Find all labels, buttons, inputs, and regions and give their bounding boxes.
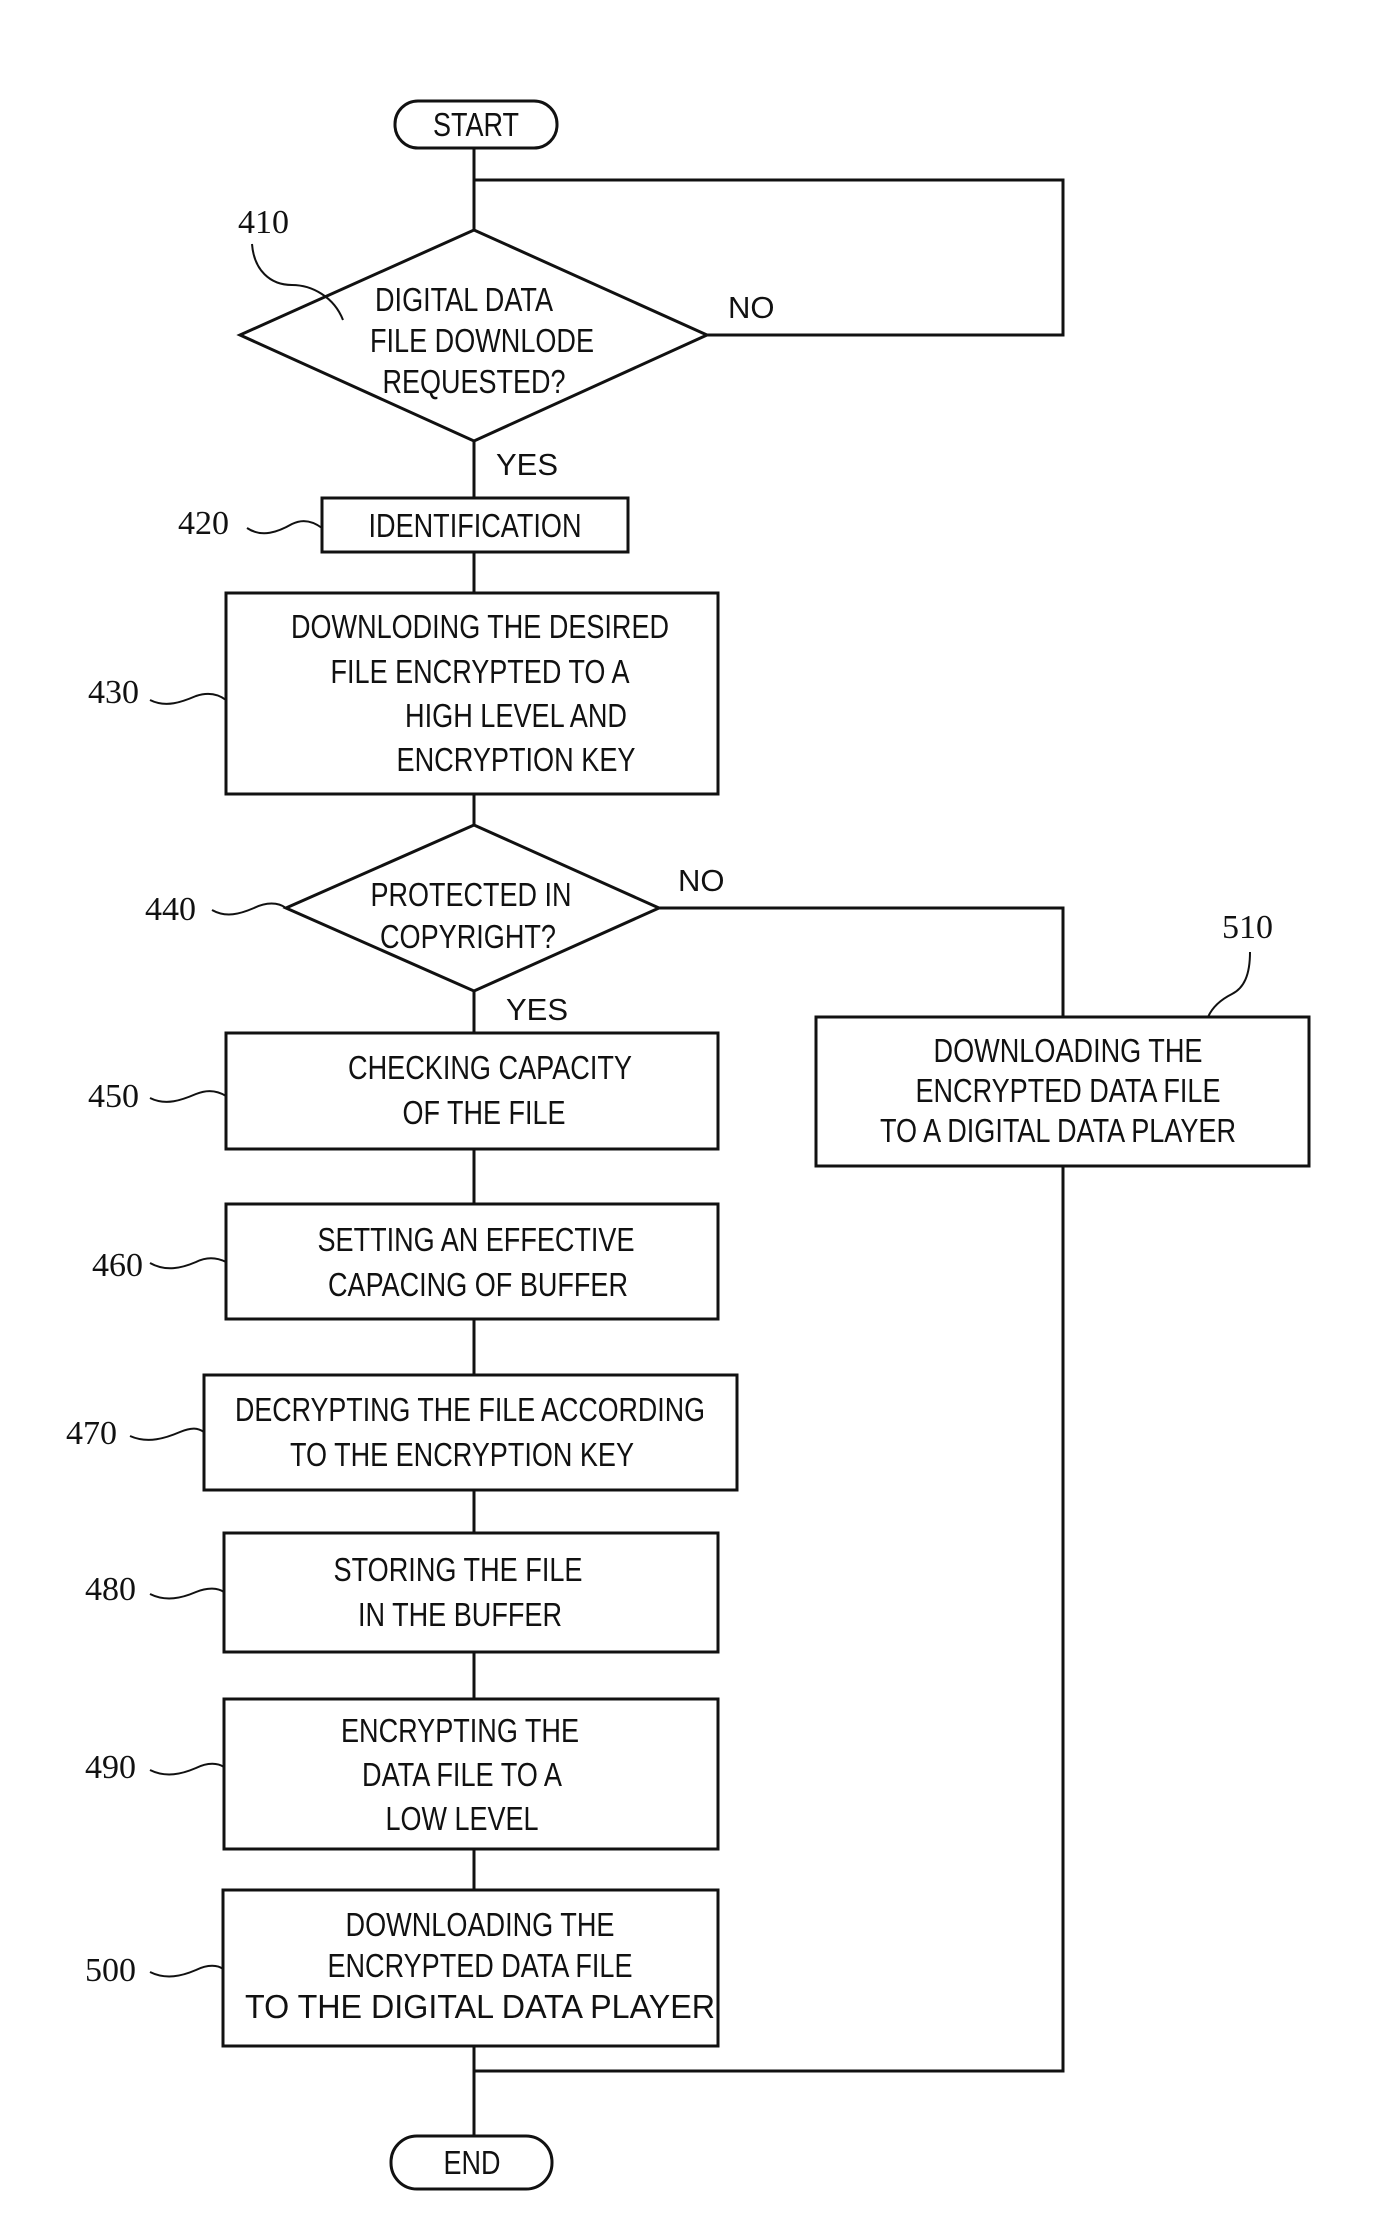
process-480: STORING THE FILE IN THE BUFFER 480 (85, 1531, 720, 1654)
decision-410-line-1: DIGITAL DATA (375, 281, 553, 318)
leader-470 (129, 1427, 205, 1441)
leader-480 (149, 1587, 225, 1600)
process-460-line-1: SETTING AN EFFECTIVE (318, 1221, 635, 1258)
decision-440-no-label: NO (678, 863, 725, 898)
decision-440: PROTECTED IN COPYRIGHT? NO YES 440 (145, 823, 725, 1027)
ref-410: 410 (238, 204, 289, 241)
process-450: CHECKING CAPACITY OF THE FILE 450 (88, 1031, 720, 1151)
process-500-line-1: DOWNLOADING THE (346, 1906, 615, 1943)
decision-440-yes-label: YES (506, 992, 568, 1027)
ref-510: 510 (1222, 909, 1273, 946)
process-470-line-1: DECRYPTING THE FILE ACCORDING (235, 1391, 705, 1428)
decision-410: DIGITAL DATA FILE DOWNLODE REQUESTED? NO… (236, 204, 775, 482)
leader-500 (149, 1964, 224, 1978)
process-470-line-2: TO THE ENCRYPTION KEY (290, 1436, 634, 1473)
process-460-line-2: CAPACING OF BUFFER (328, 1266, 628, 1303)
process-430-line-2: FILE ENCRYPTED TO A (331, 653, 630, 690)
ref-470: 470 (66, 1415, 117, 1452)
leader-490 (149, 1762, 225, 1776)
process-430-line-3: HIGH LEVEL AND (405, 697, 627, 734)
process-490: ENCRYPTING THE DATA FILE TO A LOW LEVEL … (85, 1697, 720, 1851)
decision-440-line-2: COPYRIGHT? (380, 918, 556, 955)
process-490-line-2: DATA FILE TO A (362, 1756, 562, 1793)
process-500: DOWNLOADING THE ENCRYPTED DATA FILE TO T… (85, 1888, 720, 2048)
process-500-line-3: TO THE DIGITAL DATA PLAYER (245, 1988, 715, 2025)
process-510-line-2: ENCRYPTED DATA FILE (916, 1072, 1221, 1109)
leader-420 (246, 520, 323, 535)
process-420-line-1: IDENTIFICATION (369, 507, 582, 544)
start-label: START (433, 106, 519, 143)
decision-410-line-2: FILE DOWNLODE (370, 322, 594, 359)
decision-410-yes-label: YES (496, 447, 558, 482)
connector-440-no-510 (659, 906, 1065, 1017)
leader-430 (149, 692, 227, 705)
decision-410-line-3: REQUESTED? (383, 363, 566, 400)
process-470: DECRYPTING THE FILE ACCORDING TO THE ENC… (66, 1373, 739, 1492)
process-490-line-1: ENCRYPTING THE (341, 1712, 579, 1749)
leader-450 (149, 1090, 227, 1103)
process-450-line-2: OF THE FILE (403, 1094, 566, 1131)
process-510-line-1: DOWNLOADING THE (934, 1032, 1203, 1069)
end-label: END (444, 2144, 501, 2181)
process-430: DOWNLODING THE DESIRED FILE ENCRYPTED TO… (88, 591, 720, 796)
flowchart: START END DIGITAL DATA FILE DOWNLODE REQ… (66, 99, 1311, 2191)
ref-490: 490 (85, 1749, 136, 1786)
ref-440: 440 (145, 891, 196, 928)
process-480-line-1: STORING THE FILE (334, 1551, 583, 1588)
process-460: SETTING AN EFFECTIVE CAPACING OF BUFFER … (92, 1202, 720, 1321)
ref-480: 480 (85, 1571, 136, 1608)
process-430-line-4: ENCRYPTION KEY (397, 741, 636, 778)
ref-460: 460 (92, 1247, 143, 1284)
start-terminal: START (393, 99, 559, 150)
decision-410-no-label: NO (728, 290, 775, 325)
end-terminal: END (389, 2134, 554, 2191)
ref-430: 430 (88, 674, 139, 711)
process-450-line-1: CHECKING CAPACITY (348, 1049, 632, 1086)
process-480-line-2: IN THE BUFFER (358, 1596, 562, 1633)
decision-440-line-1: PROTECTED IN (371, 876, 572, 913)
process-490-line-3: LOW LEVEL (386, 1800, 539, 1837)
process-500-line-2: ENCRYPTED DATA FILE (328, 1947, 633, 1984)
leader-460 (149, 1257, 227, 1270)
ref-500: 500 (85, 1952, 136, 1989)
process-430-line-1: DOWNLODING THE DESIRED (291, 608, 669, 645)
ref-420: 420 (178, 505, 229, 542)
process-510-line-3: TO A DIGITAL DATA PLAYER (880, 1112, 1236, 1149)
process-420: IDENTIFICATION 420 (178, 496, 630, 554)
ref-450: 450 (88, 1078, 139, 1115)
leader-440 (211, 902, 287, 916)
leader-510 (1207, 951, 1251, 1018)
